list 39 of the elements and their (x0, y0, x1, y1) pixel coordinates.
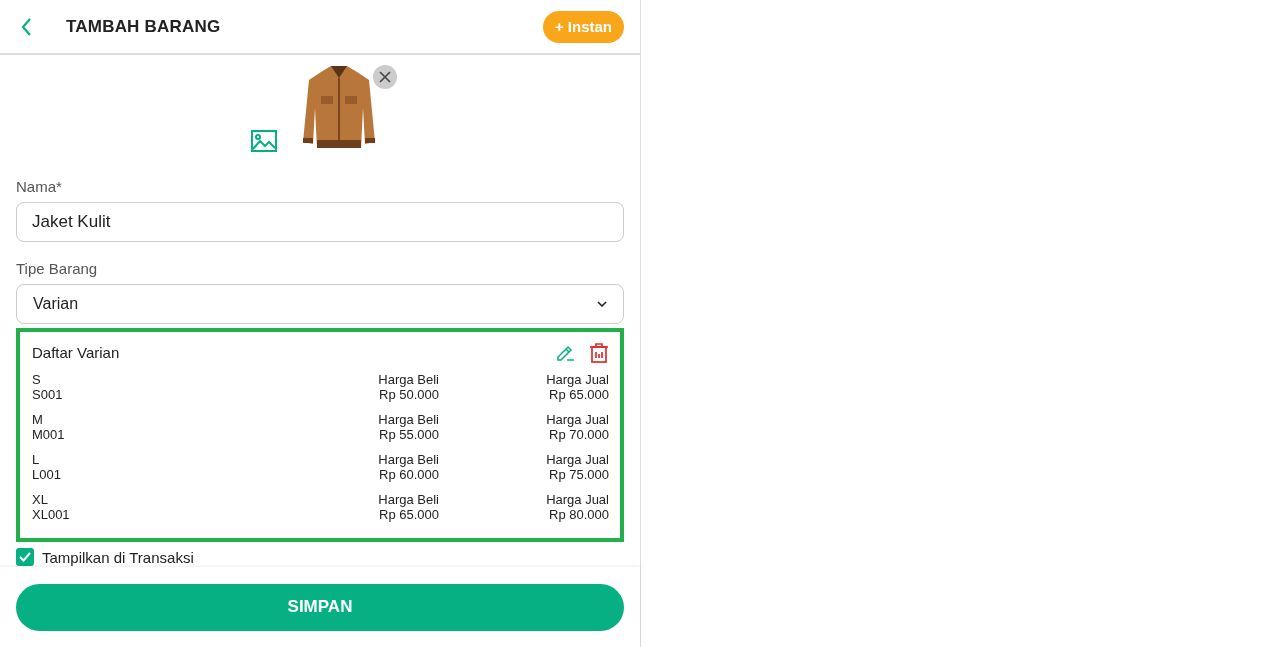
buy-price: Rp 55.000 (379, 427, 439, 442)
chevron-down-icon (597, 301, 607, 307)
buy-price: Rp 50.000 (379, 387, 439, 402)
variant-name: M (32, 412, 43, 427)
sell-price-label: Harga Jual (546, 492, 609, 507)
variant-code: L001 (32, 467, 61, 482)
field-label: Nama* (16, 178, 63, 195)
delete-icon[interactable] (589, 342, 609, 363)
sell-price: Rp 65.000 (549, 387, 609, 402)
check-icon (19, 552, 31, 562)
close-icon (379, 71, 391, 83)
variant-code: XL001 (32, 507, 70, 522)
checkbox-label: Tampilkan di Transaksi (42, 548, 194, 566)
type-dropdown[interactable]: Varian (16, 284, 624, 324)
image-icon[interactable] (251, 130, 277, 152)
variant-name: L (32, 452, 40, 467)
variant-name: XL (32, 492, 48, 507)
sell-price: Rp 70.000 (549, 427, 609, 442)
buy-price-label: Harga Beli (378, 412, 439, 427)
card-title: Daftar Varian (32, 344, 120, 361)
buy-price-label: Harga Beli (378, 372, 439, 387)
variant-code: S001 (32, 387, 63, 402)
remove-photo-button[interactable] (373, 65, 397, 89)
name-field[interactable]: Jaket Kulit (16, 202, 624, 242)
buy-price-label: Harga Beli (378, 452, 439, 467)
sell-price: Rp 75.000 (549, 467, 609, 482)
field-label: Tipe Barang (16, 260, 99, 277)
sell-price-label: Harga Jual (546, 372, 609, 387)
back-icon[interactable] (20, 16, 32, 37)
page-title: TAMBAH BARANG (66, 16, 222, 37)
variant-code: M001 (32, 427, 65, 442)
buy-price: Rp 60.000 (379, 467, 439, 482)
sell-price-label: Harga Jual (546, 412, 609, 427)
sell-price: Rp 80.000 (549, 507, 609, 522)
buy-price-label: Harga Beli (378, 492, 439, 507)
buy-price: Rp 65.000 (379, 507, 439, 522)
variant-name: S (32, 372, 41, 387)
sell-price-label: Harga Jual (546, 452, 609, 467)
checkbox[interactable] (16, 548, 34, 566)
